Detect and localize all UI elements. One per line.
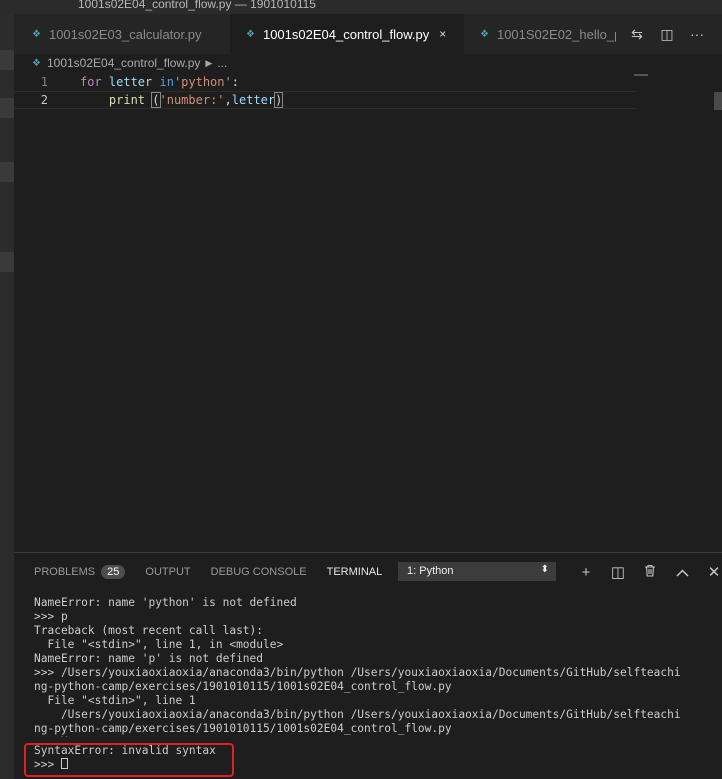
code-editor[interactable]: 1 for letter in'python': 2 print ('numbe… xyxy=(14,72,722,552)
scrollbar-thumb[interactable] xyxy=(714,92,722,110)
activity-item[interactable] xyxy=(0,162,14,182)
terminal-select[interactable]: 1: Python ⬍ xyxy=(398,562,556,581)
tab-label: 1001s02E03_calculator.py xyxy=(48,26,202,42)
tab-label: 1001S02E02_hello_py xyxy=(496,26,628,42)
trash-icon[interactable] xyxy=(634,564,666,581)
window-titlebar: 1001s02E04_control_flow.py — 1901010115 xyxy=(0,0,722,14)
activity-item[interactable] xyxy=(0,252,14,272)
panel-actions: + ◫ ✕ xyxy=(570,553,722,591)
close-icon[interactable]: × xyxy=(439,27,446,41)
minimap-slice xyxy=(634,74,648,76)
activity-item[interactable] xyxy=(0,98,14,118)
editor-tab-bar: ❖ 1001s02E03_calculator.py ❖ 1001s02E04_… xyxy=(14,14,722,54)
more-actions-icon[interactable]: ··· xyxy=(682,26,712,42)
tab-hello[interactable]: ❖ 1001S02E02_hello_py xyxy=(464,14,634,54)
problems-count-badge: 25 xyxy=(101,565,126,579)
python-file-icon: ❖ xyxy=(32,57,41,69)
breadcrumb-file[interactable]: 1001s02E04_control_flow.py xyxy=(47,56,200,70)
activity-item[interactable] xyxy=(0,50,14,70)
compare-changes-icon[interactable]: ⇆ xyxy=(622,26,652,43)
code-line-current[interactable]: 2 print ('number:',letter) xyxy=(14,91,636,109)
breadcrumb-more[interactable]: ... xyxy=(217,56,227,70)
chevron-right-icon: ▶ xyxy=(205,57,213,68)
split-terminal-icon[interactable]: ◫ xyxy=(602,563,634,581)
split-editor-icon[interactable]: ◫ xyxy=(652,26,682,43)
terminal-line: ng-python-camp/exercises/1901010115/1001… xyxy=(34,680,452,693)
line-number: 2 xyxy=(40,93,48,107)
tab-debug-console[interactable]: DEBUG CONSOLE xyxy=(211,566,307,578)
terminal-line: Traceback (most recent call last): xyxy=(34,624,264,637)
terminal-line: >>> p xyxy=(34,610,68,623)
tab-control-flow[interactable]: ❖ 1001s02E04_control_flow.py × xyxy=(230,14,464,54)
line-number: 1 xyxy=(40,75,48,89)
editor-actions: ⇆ ◫ ··· xyxy=(616,14,722,54)
tab-problems[interactable]: PROBLEMS 25 xyxy=(34,565,126,579)
close-panel-icon[interactable]: ✕ xyxy=(698,563,722,581)
code-line[interactable]: 1 for letter in'python': xyxy=(14,73,636,91)
terminal-line: NameError: name 'python' is not defined xyxy=(34,596,297,609)
terminal-line: File "<stdin>", line 1 xyxy=(34,694,196,707)
error-highlight-box xyxy=(24,743,234,777)
add-terminal-icon[interactable]: + xyxy=(570,564,602,581)
python-file-icon: ❖ xyxy=(246,28,255,40)
tab-terminal[interactable]: TERMINAL xyxy=(327,566,383,578)
terminal-line: ng-python-camp/exercises/1901010115/1001… xyxy=(34,722,452,735)
breadcrumb: ❖ 1001s02E04_control_flow.py ▶ ... xyxy=(14,54,722,72)
activity-bar xyxy=(0,14,14,779)
python-file-icon: ❖ xyxy=(480,28,489,40)
window-title: 1001s02E04_control_flow.py — 1901010115 xyxy=(78,0,316,11)
terminal-line: /Users/youxiaoxiaoxia/anaconda3/bin/pyth… xyxy=(34,708,681,721)
maximize-panel-icon[interactable] xyxy=(666,564,698,581)
terminal-line: >>> /Users/youxiaoxiaoxia/anaconda3/bin/… xyxy=(34,666,681,679)
terminal-line: File "<stdin>", line 1, in <module> xyxy=(34,638,284,651)
select-arrows-icon: ⬍ xyxy=(540,564,549,575)
tab-output[interactable]: OUTPUT xyxy=(145,566,190,578)
tab-calculator[interactable]: ❖ 1001s02E03_calculator.py xyxy=(14,14,230,54)
tab-label: 1001s02E04_control_flow.py xyxy=(262,26,430,42)
python-file-icon: ❖ xyxy=(32,28,41,40)
code-text: for letter in'python': xyxy=(80,75,239,89)
terminal-line: NameError: name 'p' is not defined xyxy=(34,652,264,665)
code-text: print ('number:',letter) xyxy=(108,92,284,108)
